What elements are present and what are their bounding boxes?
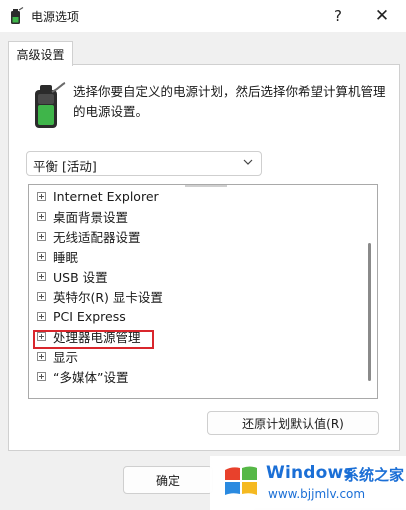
battery-plug-icon <box>11 7 24 24</box>
tree-item-label: 显示 <box>53 349 79 365</box>
close-button[interactable]: ✕ <box>360 0 404 32</box>
restore-defaults-button[interactable]: 还原计划默认值(R) <box>207 411 379 435</box>
watermark-title: Windows <box>266 463 354 483</box>
plus-box-icon[interactable] <box>37 231 46 241</box>
tree-item-label: 桌面背景设置 <box>53 209 129 225</box>
tree-item-internet-explorer[interactable]: Internet Explorer <box>37 186 159 206</box>
tree-item-label: 英特尔(R) 显卡设置 <box>53 289 163 305</box>
tree-item-label: 睡眠 <box>53 249 79 265</box>
dropdown-selected-value: 平衡 [活动] <box>33 159 97 174</box>
plus-box-icon[interactable] <box>37 311 46 321</box>
plus-box-icon[interactable] <box>37 211 46 221</box>
tree-item-pci-express[interactable]: PCI Express <box>37 306 126 326</box>
tree-item-label: PCI Express <box>53 308 126 324</box>
battery-icon <box>35 82 66 128</box>
tree-item-intel-graphics[interactable]: 英特尔(R) 显卡设置 <box>37 286 163 306</box>
chevron-down-icon <box>243 159 253 165</box>
highlight-box <box>33 330 154 349</box>
window-title: 电源选项 <box>31 10 80 24</box>
tree-item-label: Internet Explorer <box>53 188 159 204</box>
plus-box-icon[interactable] <box>37 351 46 361</box>
watermark-url: www.bjjmlv.com <box>268 487 366 501</box>
tree-item-display[interactable]: 显示 <box>37 346 78 366</box>
tree-item-usb[interactable]: USB 设置 <box>37 266 108 286</box>
settings-tree[interactable]: Internet Explorer 桌面背景设置 无线适配器设置 睡眠 USB … <box>28 184 378 399</box>
tree-item-wireless-adapter[interactable]: 无线适配器设置 <box>37 226 141 246</box>
tree-item-label: “多媒体”设置 <box>53 369 129 385</box>
watermark-subtitle: 系统之家 <box>344 466 405 484</box>
tree-item-desktop-background[interactable]: 桌面背景设置 <box>37 206 128 226</box>
title-bar: 电源选项 ? ✕ <box>0 0 406 32</box>
plus-box-icon[interactable] <box>37 251 46 261</box>
tree-item-label: USB 设置 <box>53 269 108 285</box>
windows-logo-icon <box>225 466 257 495</box>
plus-box-icon[interactable] <box>37 191 46 201</box>
tree-top-indicator <box>185 185 227 187</box>
description-text: 选择你要自定义的电源计划，然后选择你希望计算机管理的电源设置。 <box>73 84 386 119</box>
tree-item-sleep[interactable]: 睡眠 <box>37 246 78 266</box>
tab-advanced-settings[interactable]: 高级设置 <box>8 41 73 66</box>
help-button[interactable]: ? <box>316 0 360 32</box>
plus-box-icon[interactable] <box>37 371 46 381</box>
ok-button[interactable]: 确定 <box>123 466 213 494</box>
plus-box-icon[interactable] <box>37 271 46 281</box>
scrollbar-thumb[interactable] <box>368 243 371 381</box>
watermark: Windows 系统之家 www.bjjmlv.com <box>210 456 406 510</box>
power-plan-dropdown[interactable]: 平衡 [活动] <box>26 151 262 176</box>
tree-item-label: 无线适配器设置 <box>53 229 141 245</box>
plus-box-icon[interactable] <box>37 291 46 301</box>
tree-item-multimedia[interactable]: “多媒体”设置 <box>37 366 128 386</box>
